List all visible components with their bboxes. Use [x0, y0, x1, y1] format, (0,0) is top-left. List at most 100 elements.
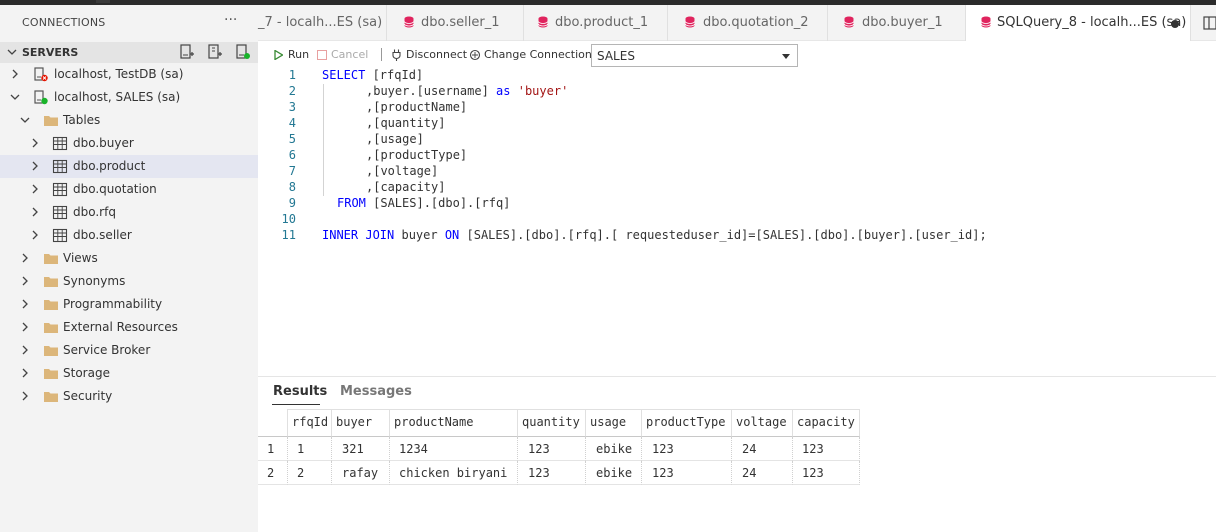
new-connection-icon[interactable] [180, 44, 194, 60]
table-cell[interactable]: 123 [518, 461, 586, 485]
new-server-group-icon[interactable] [208, 44, 222, 60]
cancel-button[interactable]: Cancel [317, 48, 368, 61]
line-number: 10 [281, 212, 296, 226]
database-select[interactable]: SALES [591, 44, 798, 67]
folder-icon [44, 300, 58, 310]
column-header[interactable]: voltage [732, 409, 793, 437]
table-cell[interactable]: 1 [288, 437, 332, 461]
tab-dbo-seller[interactable]: dbo.seller_1 [387, 5, 523, 41]
tree-item-label: dbo.buyer [73, 136, 134, 150]
chevron-down-icon [20, 117, 30, 123]
tree-item-label: Service Broker [63, 343, 151, 357]
tree-item-views[interactable]: Views [0, 247, 258, 270]
tab-label: _7 - localh...ES (sa) [258, 15, 383, 30]
chevron-right-icon [12, 69, 18, 79]
active-connections-icon[interactable] [236, 44, 250, 60]
table-cell[interactable]: 24 [732, 461, 793, 485]
tree-item-programmability[interactable]: Programmability [0, 293, 258, 316]
split-editor-icon[interactable] [1203, 16, 1216, 30]
unsaved-dot-icon[interactable] [1171, 20, 1179, 28]
table-icon [52, 159, 68, 174]
column-header[interactable]: quantity [518, 409, 586, 437]
change-connection-button[interactable]: Change Connection [469, 48, 592, 61]
tree-item-table-seller[interactable]: dbo.seller [0, 224, 258, 247]
table-cell[interactable]: 123 [793, 461, 860, 485]
table-icon [52, 136, 68, 151]
run-button[interactable]: Run [274, 48, 309, 61]
tree-item-synonyms[interactable]: Synonyms [0, 270, 258, 293]
more-actions-icon[interactable]: ··· [224, 12, 237, 28]
table-cell[interactable]: 321 [332, 437, 390, 461]
tree-item-server-sales[interactable]: localhost, SALES (sa) [0, 86, 258, 109]
tree-item-server-testdb[interactable]: localhost, TestDB (sa) [0, 63, 258, 86]
column-header[interactable]: productName [390, 409, 518, 437]
tab-label: dbo.buyer_1 [862, 15, 943, 30]
table-cell[interactable]: ebike [586, 461, 642, 485]
row-number[interactable]: 1 [258, 437, 288, 461]
stop-icon [317, 50, 327, 60]
column-header[interactable]: usage [586, 409, 642, 437]
tree-item-label: dbo.product [73, 159, 146, 173]
tab-messages[interactable]: Messages [340, 384, 412, 399]
column-header[interactable]: capacity [793, 409, 860, 437]
code-line-3: ,[productName] [366, 100, 468, 114]
column-header[interactable]: buyer [332, 409, 390, 437]
code-text: [SALES].[dbo].[rfq] [365, 196, 511, 210]
tree-item-label: localhost, TestDB (sa) [54, 67, 184, 81]
connections-header: CONNECTIONS ··· [0, 5, 258, 41]
tree-item-service-broker[interactable]: Service Broker [0, 339, 258, 362]
servers-section-header[interactable]: SERVERS [0, 42, 258, 63]
run-icon [274, 50, 283, 60]
chevron-right-icon [22, 276, 28, 286]
table-cell[interactable]: rafay [332, 461, 390, 485]
database-icon [538, 16, 548, 28]
line-number: 5 [288, 132, 296, 146]
tree-item-security[interactable]: Security [0, 385, 258, 408]
results-tab-underline [272, 404, 320, 405]
table-cell[interactable]: 1234 [390, 437, 518, 461]
tab-sqlquery-7[interactable]: _7 - localh...ES (sa) [258, 5, 386, 41]
line-number: 9 [288, 196, 296, 210]
tree-item-tables[interactable]: Tables [0, 109, 258, 132]
table-cell[interactable]: chicken biryani [390, 461, 518, 485]
row-number[interactable]: 2 [258, 461, 288, 485]
tree-item-table-quotation[interactable]: dbo.quotation [0, 178, 258, 201]
results-panel: Results Messages rfqId buyer productName… [258, 376, 1216, 532]
table-cell[interactable]: 123 [642, 461, 732, 485]
chevron-right-icon [22, 299, 28, 309]
tab-sqlquery-8[interactable]: SQLQuery_8 - localh...ES (sa) [966, 5, 1190, 41]
database-select-value: SALES [597, 49, 635, 63]
tree-item-table-buyer[interactable]: dbo.buyer [0, 132, 258, 155]
tree-item-label: Security [63, 389, 113, 403]
database-icon [404, 16, 414, 28]
table-cell[interactable]: ebike [586, 437, 642, 461]
table-cell[interactable]: 2 [288, 461, 332, 485]
tab-results[interactable]: Results [273, 384, 327, 399]
keyword-as: as [496, 84, 511, 98]
line-number: 4 [288, 116, 296, 130]
code-line-1: SELECT [rfqId] [322, 68, 423, 82]
tab-dbo-buyer[interactable]: dbo.buyer_1 [828, 5, 965, 41]
column-header[interactable]: productType [642, 409, 732, 437]
tree-item-table-rfq[interactable]: dbo.rfq [0, 201, 258, 224]
editor-tab-bar: _7 - localh...ES (sa) dbo.seller_1 dbo.p… [258, 5, 1216, 41]
tab-dbo-quotation[interactable]: dbo.quotation_2 [668, 5, 827, 41]
tree-item-storage[interactable]: Storage [0, 362, 258, 385]
table-cell[interactable]: 24 [732, 437, 793, 461]
disconnect-button[interactable]: Disconnect [392, 48, 467, 61]
table-cell[interactable]: 123 [793, 437, 860, 461]
column-header[interactable]: rfqId [288, 409, 332, 437]
tab-dbo-product[interactable]: dbo.product_1 [524, 5, 667, 41]
folder-icon [44, 323, 58, 333]
table-cell[interactable]: 123 [518, 437, 586, 461]
keyword-select: SELECT [322, 68, 366, 82]
tree-item-table-product[interactable]: dbo.product [0, 155, 258, 178]
table-cell[interactable]: 123 [642, 437, 732, 461]
sql-editor[interactable]: 1 2 3 4 5 6 7 8 9 10 11 SELECT [rfqId] ,… [258, 68, 1216, 376]
tree-item-external-resources[interactable]: External Resources [0, 316, 258, 339]
tree-item-label: Storage [63, 366, 110, 380]
chevron-down-icon [10, 94, 20, 100]
change-connection-label: Change Connection [484, 48, 592, 61]
code-line-11: INNER JOIN buyer ON [SALES].[dbo].[rfq].… [322, 228, 987, 242]
code-line-6: ,[productType] [366, 148, 468, 162]
